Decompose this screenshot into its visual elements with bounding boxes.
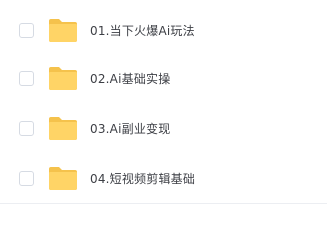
file-row[interactable]: 01.当下火爆Ai玩法 bbox=[0, 6, 327, 54]
file-name[interactable]: 04.短视频剪辑基础 bbox=[90, 170, 195, 187]
select-checkbox[interactable] bbox=[19, 22, 34, 38]
folder-icon bbox=[49, 116, 77, 140]
file-row[interactable]: 02.Ai基础实操 bbox=[0, 54, 327, 102]
list-divider bbox=[0, 203, 327, 204]
file-name[interactable]: 01.当下火爆Ai玩法 bbox=[90, 22, 195, 39]
folder-icon bbox=[49, 166, 77, 190]
file-name[interactable]: 03.Ai副业变现 bbox=[90, 120, 170, 137]
file-list: 01.当下火爆Ai玩法 02.Ai基础实操 03.Ai副业变现 04.短视频剪辑… bbox=[0, 0, 327, 249]
select-checkbox[interactable] bbox=[19, 170, 34, 186]
file-name[interactable]: 02.Ai基础实操 bbox=[90, 70, 170, 87]
file-row[interactable]: 04.短视频剪辑基础 bbox=[0, 154, 327, 202]
select-checkbox[interactable] bbox=[19, 120, 34, 136]
folder-icon bbox=[49, 66, 77, 90]
select-checkbox[interactable] bbox=[19, 70, 34, 86]
file-row[interactable]: 03.Ai副业变现 bbox=[0, 104, 327, 152]
folder-icon bbox=[49, 18, 77, 42]
